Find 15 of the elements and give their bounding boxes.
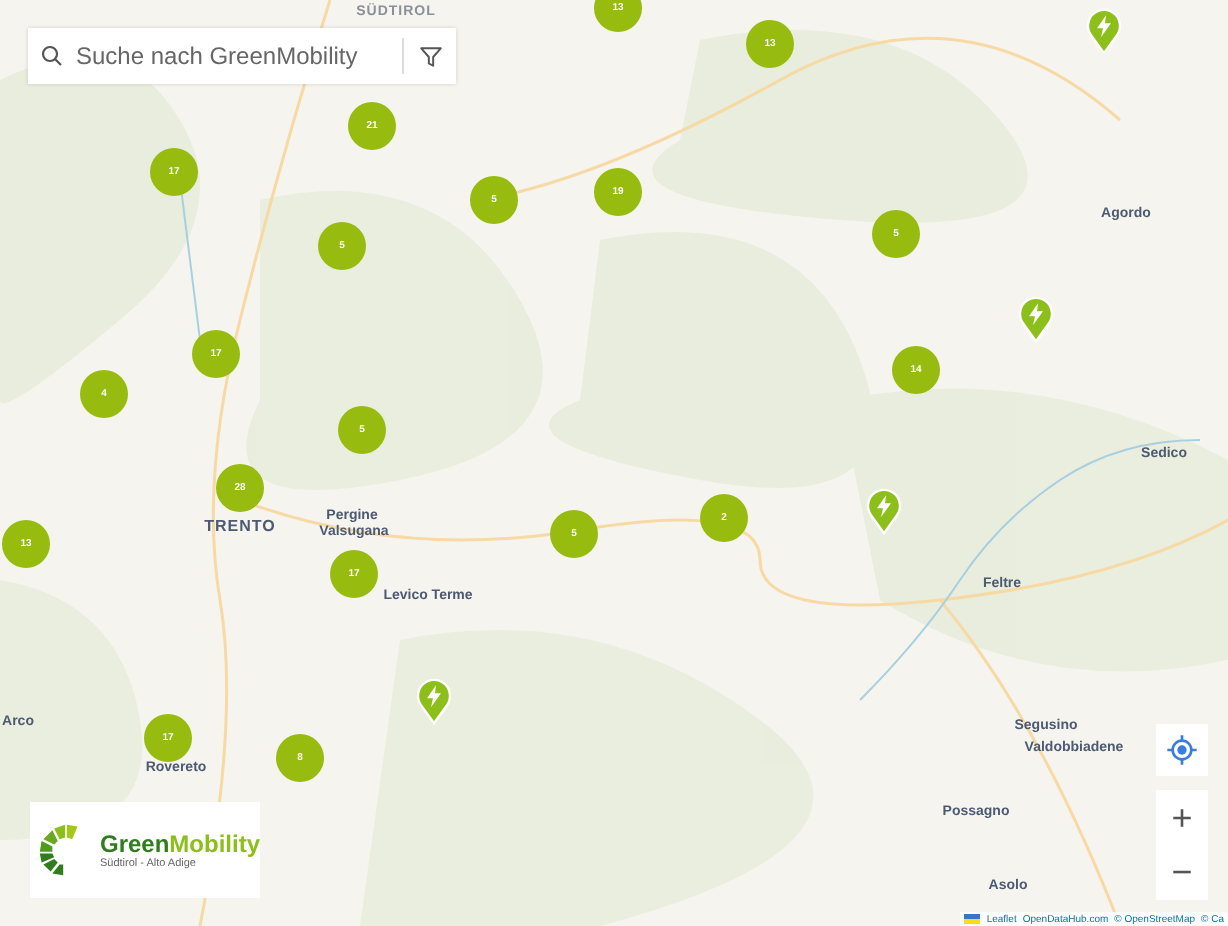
locate-button[interactable] <box>1156 724 1208 776</box>
search-input[interactable]: Suche nach GreenMobility <box>76 42 402 70</box>
search-field[interactable]: Suche nach GreenMobility <box>28 28 456 84</box>
zoom-in-button[interactable]: + <box>1156 790 1208 845</box>
charging-pin-icon[interactable] <box>866 487 902 536</box>
charging-pin-icon[interactable] <box>1086 7 1122 56</box>
filter-icon <box>417 43 443 69</box>
flag-icon <box>964 914 981 924</box>
zoom-out-button[interactable]: − <box>1156 845 1208 900</box>
logo-wordmark: GreenMobility <box>99 830 260 858</box>
place-label: TRENTO <box>204 517 276 535</box>
charging-pin-icon[interactable] <box>416 677 452 726</box>
charging-pin-icon[interactable] <box>1018 295 1054 344</box>
search-icon <box>40 44 64 68</box>
locate-icon <box>1166 734 1198 766</box>
